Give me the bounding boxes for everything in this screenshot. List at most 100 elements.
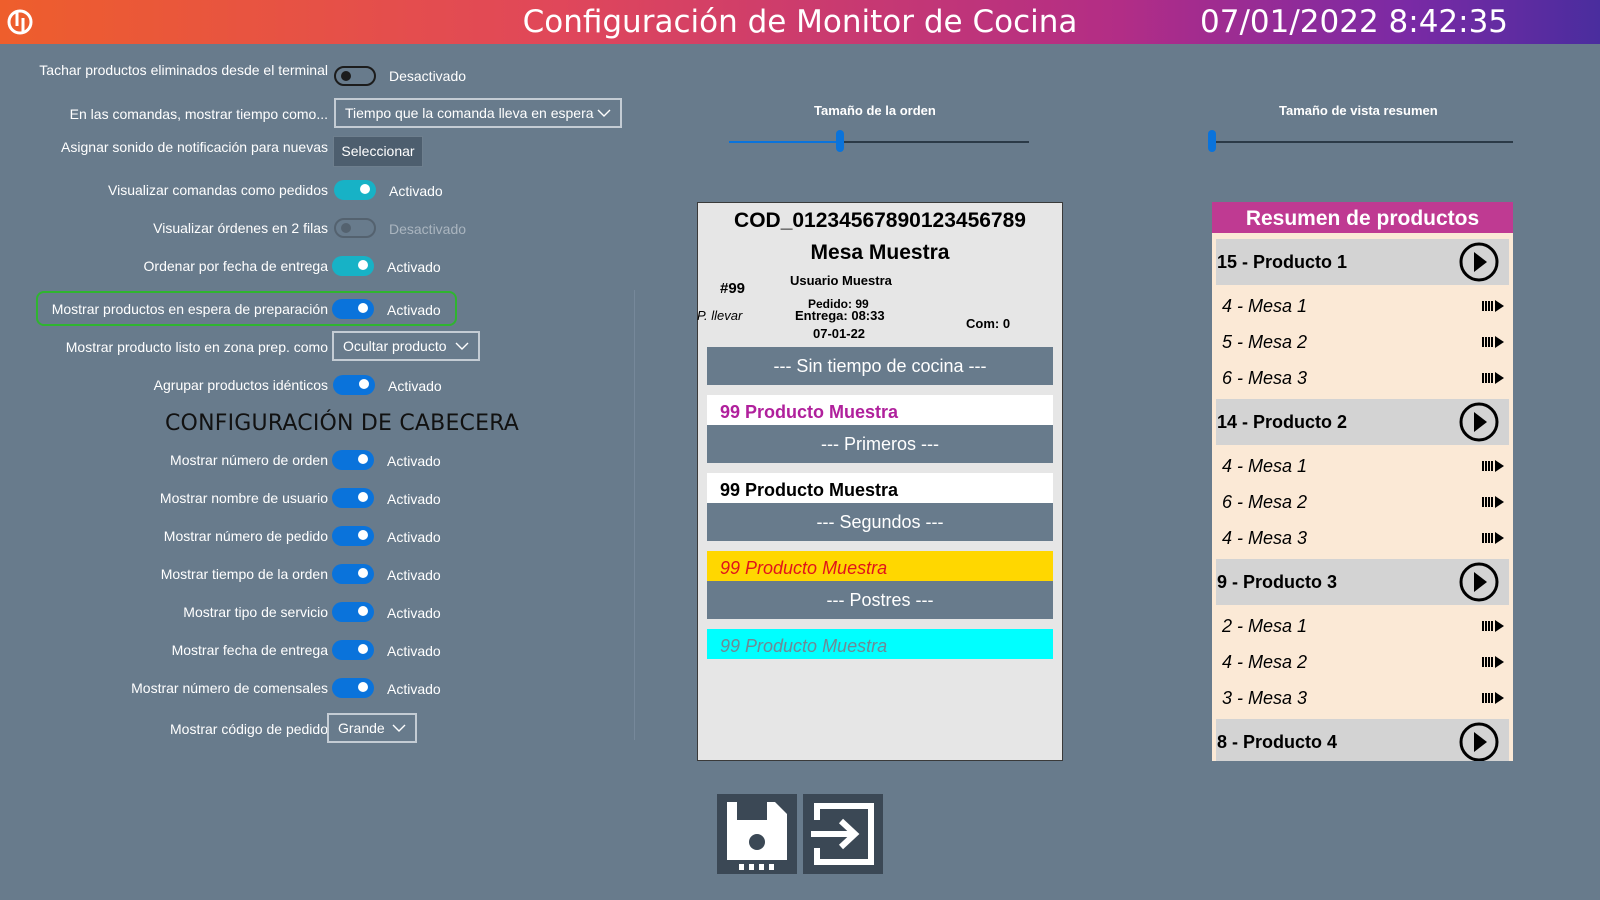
toggle-knob (358, 303, 368, 313)
play-icon[interactable] (1459, 562, 1499, 602)
order-time-label: Mostrar tiempo de la orden (160, 566, 328, 582)
select-sound-button[interactable]: Seleccionar (333, 136, 423, 167)
summary-row[interactable]: 6 - Mesa 2 (1222, 483, 1505, 519)
serve-icon[interactable] (1481, 654, 1505, 670)
orders-as-requests-label: Visualizar comandas como pedidos (108, 182, 328, 198)
diners-toggle[interactable] (332, 678, 374, 698)
delivery-date-state: Activado (387, 643, 441, 659)
toggle-knob (358, 492, 368, 502)
summary-row-label: 6 - Mesa 3 (1222, 368, 1308, 388)
serve-icon[interactable] (1481, 458, 1505, 474)
summary-row-label: 4 - Mesa 3 (1222, 528, 1308, 548)
order-service-type: P. llevar (697, 308, 743, 323)
user-name-toggle[interactable] (332, 488, 374, 508)
summary-row-label: 3 - Mesa 3 (1222, 688, 1308, 708)
serve-icon[interactable] (1481, 530, 1505, 546)
order-number-state: Activado (387, 453, 441, 469)
delivery-date-label: Mostrar fecha de entrega (171, 642, 328, 658)
order-product: 99 Producto Muestra (707, 551, 1053, 581)
save-button[interactable] (717, 794, 797, 874)
notify-sound-label: Asignar sonido de notificación para nuev… (61, 139, 328, 156)
panel-divider (634, 290, 635, 740)
show-time-as-value: Tiempo que la comanda lleva en espera (345, 105, 594, 121)
chevron-down-icon (597, 109, 611, 117)
summary-group[interactable]: 8 - Producto 4 (1216, 719, 1509, 761)
summary-row[interactable]: 6 - Mesa 3 (1222, 359, 1505, 395)
summary-group[interactable]: 15 - Producto 1 (1216, 239, 1509, 285)
play-icon[interactable] (1459, 402, 1499, 442)
play-icon[interactable] (1459, 242, 1499, 282)
two-rows-toggle[interactable] (334, 218, 376, 238)
summary-group[interactable]: 14 - Producto 2 (1216, 399, 1509, 445)
toggle-knob (358, 454, 368, 464)
serve-icon[interactable] (1481, 690, 1505, 706)
toggle-knob (358, 644, 368, 654)
summary-row[interactable]: 4 - Mesa 1 (1222, 287, 1505, 323)
strike-removed-label: Tachar productos eliminados desde el ter… (39, 62, 328, 79)
serve-icon[interactable] (1481, 370, 1505, 386)
order-product: 99 Producto Muestra (707, 473, 1053, 503)
summary-row-label: 2 - Mesa 1 (1222, 616, 1308, 636)
serve-icon[interactable] (1481, 618, 1505, 634)
two-rows-label: Visualizar órdenes en 2 filas (153, 220, 328, 236)
summary-row-label: 4 - Mesa 1 (1222, 296, 1308, 316)
course-header: --- Postres --- (707, 581, 1053, 619)
ready-product-select[interactable]: Ocultar producto (332, 331, 480, 361)
header-config-title: CONFIGURACIÓN DE CABECERA (165, 411, 520, 436)
summary-size-thumb[interactable] (1208, 130, 1216, 152)
summary-row[interactable]: 5 - Mesa 2 (1222, 323, 1505, 359)
strike-removed-toggle[interactable] (334, 66, 376, 86)
order-time-state: Activado (387, 567, 441, 583)
request-number-toggle[interactable] (332, 526, 374, 546)
summary-row[interactable]: 4 - Mesa 2 (1222, 643, 1505, 679)
serve-icon[interactable] (1481, 334, 1505, 350)
serve-icon[interactable] (1481, 298, 1505, 314)
order-time-toggle[interactable] (332, 564, 374, 584)
toggle-knob (359, 379, 369, 389)
summary-group[interactable]: 9 - Producto 3 (1216, 559, 1509, 605)
chevron-down-icon (392, 724, 406, 732)
title-bar: Configuración de Monitor de Cocina 07/01… (0, 0, 1600, 44)
delivery-date-toggle[interactable] (332, 640, 374, 660)
floppy-disk-icon (727, 802, 787, 870)
summary-group-label: 15 - Producto 1 (1217, 252, 1348, 272)
order-code-label: Mostrar código de pedido (170, 721, 328, 737)
ready-product-value: Ocultar producto (343, 338, 447, 354)
sort-delivery-toggle[interactable] (332, 256, 374, 276)
service-type-toggle[interactable] (332, 602, 374, 622)
serve-icon[interactable] (1481, 494, 1505, 510)
diners-label: Mostrar número de comensales (131, 680, 328, 696)
show-time-as-select[interactable]: Tiempo que la comanda lleva en espera (334, 98, 622, 128)
order-code: COD_01234567890123456789 (734, 209, 1026, 232)
datetime-display: 07/01/2022 8:42:35 (1200, 4, 1509, 40)
summary-row[interactable]: 4 - Mesa 3 (1222, 519, 1505, 555)
summary-row-label: 5 - Mesa 2 (1222, 332, 1308, 352)
order-number-label: Mostrar número de orden (170, 452, 328, 468)
exit-icon (811, 803, 874, 865)
order-number-toggle[interactable] (332, 450, 374, 470)
play-icon[interactable] (1459, 722, 1499, 761)
summary-row-label: 4 - Mesa 2 (1222, 652, 1308, 672)
show-waiting-toggle[interactable] (332, 299, 374, 319)
summary-group-label: 14 - Producto 2 (1217, 412, 1348, 432)
orders-as-requests-toggle[interactable] (334, 180, 376, 200)
group-identical-toggle[interactable] (333, 375, 375, 395)
order-size-thumb[interactable] (836, 130, 844, 152)
course-header: --- Primeros --- (707, 425, 1053, 463)
order-delivery-time: Entrega: 08:33 (795, 308, 885, 323)
two-rows-state: Desactivado (389, 221, 467, 237)
group-identical-state: Activado (388, 378, 442, 394)
exit-button[interactable] (803, 794, 883, 874)
order-product: 99 Producto Muestra (707, 395, 1053, 425)
product-summary-panel: Resumen de productos 15 - Producto 1 4 -… (1212, 202, 1513, 761)
order-code-select[interactable]: Grande (327, 713, 417, 743)
summary-row[interactable]: 4 - Mesa 1 (1222, 447, 1505, 483)
order-preview-card: COD_01234567890123456789 Mesa Muestra Us… (697, 202, 1063, 761)
strike-removed-state: Desactivado (389, 68, 467, 84)
toggle-knob (341, 71, 351, 81)
summary-row[interactable]: 2 - Mesa 1 (1222, 607, 1505, 643)
user-name-state: Activado (387, 491, 441, 507)
summary-row[interactable]: 3 - Mesa 3 (1222, 679, 1505, 715)
summary-group-label: 9 - Producto 3 (1217, 572, 1338, 592)
show-waiting-state: Activado (387, 302, 441, 318)
